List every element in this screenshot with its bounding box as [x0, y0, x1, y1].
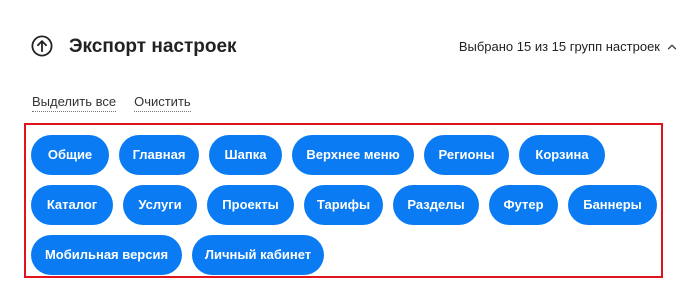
- page-title: Экспорт настроек: [69, 36, 237, 57]
- group-chip-catalog[interactable]: Каталог: [31, 185, 113, 225]
- selected-groups-toggle[interactable]: Выбрано 15 из 15 групп настроек: [459, 37, 677, 57]
- group-chip-projects[interactable]: Проекты: [207, 185, 294, 225]
- selected-groups-count: Выбрано 15 из 15 групп настроек: [458, 39, 660, 54]
- group-chip-banners[interactable]: Баннеры: [568, 185, 657, 225]
- export-settings-header: Экспорт настроек Выбрано 15 из 15 групп …: [31, 34, 677, 60]
- group-chip-tariffs[interactable]: Тарифы: [304, 185, 383, 225]
- selection-actions: Выделить все Очистить: [32, 93, 191, 112]
- group-chip-services[interactable]: Услуги: [123, 185, 197, 225]
- group-chip-cart[interactable]: Корзина: [519, 135, 605, 175]
- group-chip-mobile-version[interactable]: Мобильная версия: [31, 235, 182, 275]
- clear-link[interactable]: Очистить: [134, 93, 191, 112]
- group-chip-general[interactable]: Общие: [31, 135, 109, 175]
- export-icon: [31, 35, 53, 57]
- group-chip-regions[interactable]: Регионы: [424, 135, 509, 175]
- select-all-link[interactable]: Выделить все: [32, 93, 117, 112]
- settings-groups: Общие Главная Шапка Верхнее меню Регионы…: [24, 123, 663, 278]
- chevron-up-icon: [667, 44, 677, 50]
- group-chip-header[interactable]: Шапка: [209, 135, 282, 175]
- group-chip-home[interactable]: Главная: [119, 135, 199, 175]
- group-chip-personal-account[interactable]: Личный кабинет: [192, 235, 324, 275]
- group-chip-sections[interactable]: Разделы: [393, 185, 479, 225]
- group-chip-top-menu[interactable]: Верхнее меню: [292, 135, 414, 175]
- group-chip-footer[interactable]: Футер: [489, 185, 558, 225]
